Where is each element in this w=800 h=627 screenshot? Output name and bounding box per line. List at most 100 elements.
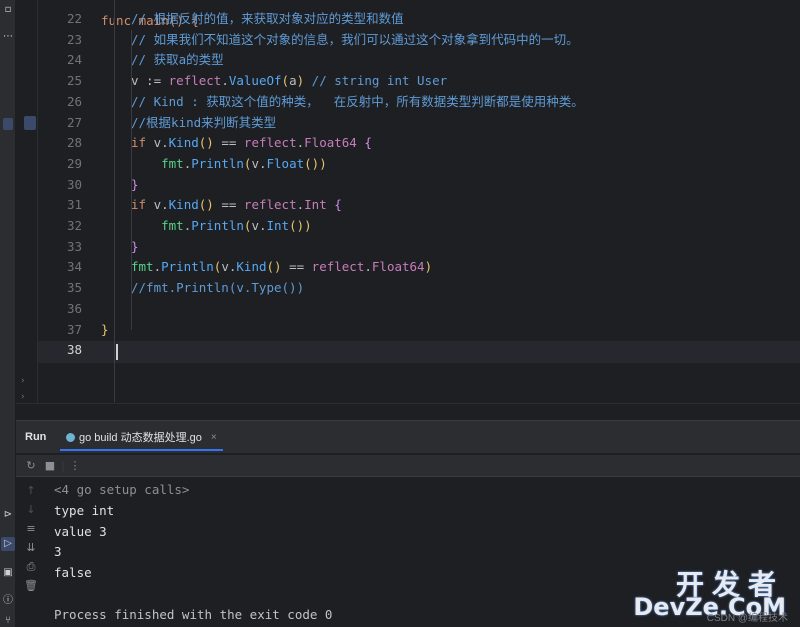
code-token: Float64 bbox=[371, 259, 425, 275]
left-tool-strip: ▫ ⋯ ⊳ ▷ ▣ ⓘ ⑂ bbox=[0, 0, 16, 627]
more-icon[interactable]: ⋮ bbox=[68, 459, 82, 473]
code-line: 24 // 获取a的类型 bbox=[38, 50, 800, 71]
code-token: ()) bbox=[304, 155, 327, 171]
console-line: value 3 bbox=[54, 523, 107, 539]
code-line: 30} bbox=[38, 175, 800, 196]
terminal-icon[interactable]: ▣ bbox=[1, 566, 15, 580]
code-token: } bbox=[131, 238, 139, 254]
rerun-icon[interactable]: ↻ bbox=[24, 459, 38, 473]
close-tab-icon[interactable]: × bbox=[211, 432, 217, 443]
console-side-toolbar: ↑ ↓ ≡ ⇊ ⎙ 🗑 bbox=[16, 478, 46, 627]
code-token: if bbox=[131, 135, 154, 151]
stop-icon[interactable]: ■ bbox=[43, 459, 57, 473]
code-token: Kind bbox=[168, 135, 199, 151]
code-text: // 获取a的类型 bbox=[131, 50, 224, 71]
code-token: Println bbox=[161, 259, 214, 275]
code-text: // 如果我们不知道这个对象的信息，我们可以通过这个对象拿到代码中的一切。 bbox=[131, 30, 579, 51]
code-token: . bbox=[153, 259, 162, 275]
code-text: fmt.Println(v.Float()) bbox=[131, 154, 327, 175]
code-line: 29 fmt.Println(v.Float()) bbox=[38, 154, 800, 175]
code-token: . bbox=[296, 197, 305, 213]
code-token: . bbox=[296, 135, 305, 151]
code-token: //fmt.Println(v.Type()) bbox=[131, 280, 305, 296]
git-icon[interactable]: ⑂ bbox=[1, 614, 15, 627]
code-token: ( bbox=[281, 73, 290, 89]
code-token: reflect bbox=[168, 73, 222, 89]
code-token: // 获取a的类型 bbox=[131, 52, 224, 68]
fold-icon[interactable]: › bbox=[21, 376, 25, 386]
code-token: v. bbox=[251, 218, 267, 233]
code-line: 37} bbox=[38, 320, 800, 341]
code-token: { bbox=[326, 197, 342, 213]
run-tool-icon[interactable]: ▷ bbox=[1, 537, 15, 551]
indent-guide bbox=[114, 0, 115, 402]
print-icon[interactable]: ⎙ bbox=[24, 560, 38, 574]
problems-icon[interactable]: ⓘ bbox=[1, 594, 15, 608]
code-token: Println bbox=[191, 218, 244, 233]
code-token: v. bbox=[251, 155, 267, 171]
code-editor[interactable]: func main() { 22// 根据反射的值，来获取对象对应的类型和数值 2… bbox=[16, 0, 800, 418]
code-token: ) bbox=[424, 259, 433, 275]
watermark: 开发者 DevZe.CoM CSDN @编程技术 bbox=[632, 563, 792, 624]
code-token: Float bbox=[266, 155, 305, 171]
code-token: // Kind : 获取这个值的种类， 在反射中，所有数据类型判断都是使用种类。 bbox=[131, 93, 584, 109]
code-token: v := bbox=[131, 73, 169, 89]
code-line: 32 fmt.Println(v.Int()) bbox=[38, 216, 800, 237]
code-token: () bbox=[266, 259, 282, 275]
console-line: false bbox=[54, 565, 92, 581]
code-token: //根据kind来判断其类型 bbox=[131, 114, 277, 130]
code-token: v. bbox=[221, 259, 237, 275]
line-number: 28 bbox=[66, 135, 82, 151]
structure-icon[interactable] bbox=[3, 118, 13, 130]
fold-icon[interactable]: › bbox=[21, 392, 25, 402]
code-token: v. bbox=[153, 197, 169, 213]
code-line: 27 //根据kind来判断其类型 bbox=[38, 113, 800, 134]
code-token: Kind bbox=[236, 259, 267, 275]
setup-calls-fold[interactable]: <4 go setup calls> bbox=[54, 482, 189, 497]
code-token: reflect bbox=[243, 197, 297, 213]
code-token: fmt bbox=[161, 218, 184, 233]
more-tools-icon[interactable]: ⋯ bbox=[1, 30, 15, 44]
line-number: 34 bbox=[66, 259, 82, 275]
code-token: == bbox=[213, 197, 244, 213]
code-token: Println bbox=[191, 155, 244, 171]
code-text: } bbox=[101, 320, 109, 341]
services-icon[interactable]: ⊳ bbox=[1, 508, 15, 522]
run-config-tab[interactable]: go build 动态数据处理.go × bbox=[60, 425, 223, 451]
code-token: // 如果我们不知道这个对象的信息，我们可以通过这个对象拿到代码中的一切。 bbox=[131, 31, 579, 47]
scroll-to-end-icon[interactable]: ⇊ bbox=[24, 541, 38, 555]
code-token: reflect bbox=[311, 259, 365, 275]
code-token: () bbox=[198, 197, 214, 213]
code-text: //根据kind来判断其类型 bbox=[131, 113, 276, 134]
code-token: ()) bbox=[289, 218, 312, 233]
indent-guide bbox=[131, 30, 132, 330]
line-number: 30 bbox=[66, 176, 82, 192]
line-number: 24 bbox=[66, 52, 82, 68]
code-text: // 根据反射的值，来获取对象对应的类型和数值 bbox=[131, 9, 404, 30]
soft-wrap-icon[interactable]: ≡ bbox=[24, 522, 38, 536]
code-text: } bbox=[131, 237, 139, 258]
trash-icon[interactable]: 🗑 bbox=[24, 579, 38, 593]
line-number: 25 bbox=[66, 73, 82, 89]
code-line: 23 // 如果我们不知道这个对象的信息，我们可以通过这个对象拿到代码中的一切。 bbox=[38, 30, 800, 51]
line-number: 31 bbox=[66, 197, 82, 213]
line-number: 37 bbox=[66, 321, 82, 337]
code-line: 31 if v.Kind() == reflect.Int { bbox=[38, 195, 800, 216]
code-token: // string int User bbox=[304, 73, 448, 89]
code-line: 28 if v.Kind() == reflect.Float64 { bbox=[38, 133, 800, 154]
line-number: 38 bbox=[66, 342, 82, 358]
bookmark-marker bbox=[24, 116, 36, 130]
line-number: 23 bbox=[66, 31, 82, 47]
code-line: 33} bbox=[38, 237, 800, 258]
code-token: . bbox=[364, 259, 372, 275]
project-icon[interactable]: ▫ bbox=[1, 3, 15, 17]
line-number: 22 bbox=[66, 11, 82, 26]
arrow-up-icon[interactable]: ↑ bbox=[24, 484, 38, 498]
code-text: v := reflect.ValueOf(a) // string int Us… bbox=[131, 71, 447, 92]
code-token: reflect bbox=[243, 135, 297, 151]
line-number: 27 bbox=[66, 114, 82, 130]
arrow-down-icon[interactable]: ↓ bbox=[24, 503, 38, 517]
code-token: // 根据反射的值，来获取对象对应的类型和数值 bbox=[131, 11, 404, 26]
